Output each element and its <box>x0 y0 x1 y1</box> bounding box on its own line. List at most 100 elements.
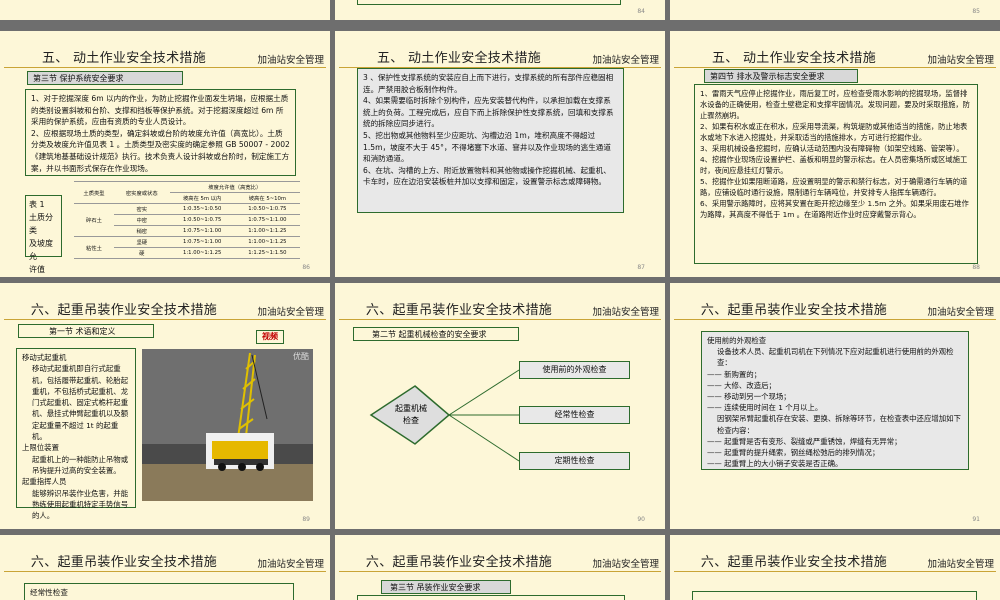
paragraph: 1、雷雨天气应停止挖掘作业，雨后复工时，应检查受雨水影响的挖掘现场，监督排水设备… <box>700 89 970 120</box>
paragraph: 4、如果需要临时拆除个别构件，应先安装替代构件，以承担加载在支撑系统上的负荷。工… <box>363 96 614 129</box>
cell: 硬 <box>113 247 170 259</box>
slide-84-box-edge <box>357 0 621 5</box>
paragraph: 2、应根据现场土质的类型，确定斜坡或台阶的坡度允许值（高宽比）。土质分类及坡度允… <box>31 128 290 173</box>
paragraph: —— 新购置的； <box>707 369 762 379</box>
paragraph: 因钢架吊臂起重机存在安装、更换、拆除等环节，在检查表中还应增加如下检查内容： <box>717 414 961 435</box>
slide-title: 六、起重吊装作业安全技术措施 <box>700 555 888 570</box>
section-heading: 第四节 排水及警示标志安全要求 <box>704 69 858 83</box>
slide-83-strip <box>0 0 330 20</box>
paragraph: 使用前的外观检查 <box>707 336 767 345</box>
page-number: 85 <box>972 8 980 15</box>
brand-label: 加油站安全管理 <box>927 55 994 66</box>
title-rule <box>4 67 326 68</box>
caption-line: 表 1 <box>29 200 45 209</box>
cell: 1:0.50~1:0.75 <box>169 214 235 226</box>
item-regular-inspection: 经常性检查 <box>519 406 630 424</box>
caption-line: 许值 <box>29 265 45 274</box>
slide-title: 五、 动土作业安全技术措施 <box>41 51 207 66</box>
caption-line: 及坡度允 <box>29 239 53 261</box>
paragraph: 6、采用警示路障时，应将其安置在距开挖边缘至少 1.5m 之外。如果采用废石堆作… <box>700 199 969 219</box>
slide-94[interactable]: 六、起重吊装作业安全技术措施 加油站安全管理 <box>670 535 1000 600</box>
definition-term: 起重指挥人员 <box>22 477 67 487</box>
section-heading: 第一节 术语和定义 <box>18 324 154 338</box>
item-periodic-inspection: 定期性检查 <box>519 452 630 470</box>
paragraph: 5、挖出物或其他物料至少应距坑、沟槽边沿 1m，堆积高度不得超过 1.5m，坡度… <box>363 130 611 164</box>
paragraph: 5、挖掘作业如果阻断道路，应设置明显的警示和禁行标志，对于确需通行车辆的道路，应… <box>700 177 968 197</box>
paragraph: 6、在坑、沟槽的上方、附近放置物料和其他物或操作挖掘机械、起重机、卡车时，应在边… <box>363 165 611 187</box>
title-rule <box>674 67 996 68</box>
caption-line: 土质分类 <box>29 213 53 235</box>
cell: 稍密 <box>113 225 170 237</box>
content-box <box>692 591 977 600</box>
slide-85-strip: 85 <box>670 0 1000 20</box>
content-box: 经常性检查 <box>24 583 294 600</box>
definition-text: 起重机上的一种能防止吊物或吊钩提升过高的安全装置。 <box>32 454 129 475</box>
title-rule <box>4 319 326 320</box>
slide-88[interactable]: 五、 动土作业安全技术措施 加油站安全管理 第四节 排水及警示标志安全要求 1、… <box>670 31 1000 277</box>
cell: 粘性土 <box>74 236 114 259</box>
page-number: 84 <box>637 8 645 15</box>
slide-title: 六、起重吊装作业安全技术措施 <box>700 303 888 318</box>
cell: 坚硬 <box>113 236 170 248</box>
table-row: 碎石土 密实 1:0.35~1:0.50 1:0.50~1:0.75 <box>74 203 300 237</box>
paragraph: 3、采用机械设备挖掘时，应确认活动范围内没有障碍物（如架空线路、管架等）。 <box>700 144 964 153</box>
slide-87[interactable]: 五、 动土作业安全技术措施 加油站安全管理 3 、保护性支撑系统的安装应自上而下… <box>335 31 665 277</box>
watermark-label: 优酷 <box>293 352 309 361</box>
cell: 1:0.75~1:1.00 <box>234 214 300 226</box>
title-rule <box>4 571 326 572</box>
cell: 1:0.75~1:1.00 <box>169 236 235 248</box>
slide-title: 六、起重吊装作业安全技术措施 <box>365 555 553 570</box>
content-box: 1、对于挖掘深度 6m 以内的作业，为防止挖掘作业面发生坍塌，应根据土质的类别设… <box>25 89 296 176</box>
paragraph: 3 、保护性支撑系统的安装应自上而下进行，支撑系统的所有部件应稳固相连。严禁用胶… <box>363 73 614 94</box>
brand-label: 加油站安全管理 <box>592 559 659 570</box>
table-row: 粘性土 坚硬 1:0.75~1:1.00 1:1.00~1:1.25 <box>74 236 300 259</box>
definition-term: 上限位装置 <box>22 443 59 453</box>
paragraph: —— 大修、改造后； <box>707 380 776 390</box>
page-number: 91 <box>972 516 980 523</box>
cell: 1:1.00~1:1.25 <box>234 225 300 237</box>
header-cell: 土质类型 <box>74 181 114 204</box>
cell: 1:0.75~1:1.00 <box>169 225 235 237</box>
crane-illustration <box>142 349 313 501</box>
title-rule <box>674 571 996 572</box>
cell: 中密 <box>113 214 170 226</box>
slide-89[interactable]: 六、起重吊装作业安全技术措施 加油站安全管理 第一节 术语和定义 视频 移动式起… <box>0 283 330 529</box>
slide-90[interactable]: 六、起重吊装作业安全技术措施 加油站安全管理 第二节 起重机械检查的安全要求 起… <box>335 283 665 529</box>
definition-text: 能够辨识吊装作业危害，并能熟练使用起重机特定手势信号的人。 <box>32 488 129 521</box>
slide-title: 六、起重吊装作业安全技术措施 <box>30 555 218 570</box>
crane-video-thumbnail[interactable]: 优酷 <box>142 349 313 501</box>
paragraph: —— 移动到另一个现场； <box>707 392 791 402</box>
header-cell: 坡高在 5m 以内 <box>169 192 235 204</box>
diamond-line: 起重机械 <box>395 404 427 413</box>
brand-label: 加油站安全管理 <box>927 307 994 318</box>
paragraph: 4、挖掘作业现场应设置护栏、盖板和明显的警示标志。在人员密集场所或区域施工时，夜… <box>700 155 968 175</box>
page-number: 89 <box>302 516 310 523</box>
cell: 1:0.50~1:0.75 <box>234 203 300 215</box>
paragraph: —— 连续使用时间在 1 个月以上。 <box>707 403 823 413</box>
diamond-label: 起重机械 检查 <box>385 403 437 427</box>
paragraph: —— 起重臂是否有变形、裂缝或严重锈蚀，焊缝有无异常； <box>707 436 902 446</box>
brand-label: 加油站安全管理 <box>257 55 324 66</box>
section-heading: 第三节 保护系统安全要求 <box>27 71 183 85</box>
title-rule <box>339 571 661 572</box>
cell: 1:1.00~1:1.25 <box>169 247 235 259</box>
video-link[interactable]: 视频 <box>256 330 284 344</box>
page-number: 87 <box>637 264 645 271</box>
content-box: 1、雷雨天气应停止挖掘作业，雨后复工时，应检查受雨水影响的挖掘现场，监督排水设备… <box>694 84 978 264</box>
content-box: 3 、保护性支撑系统的安装应自上而下进行，支撑系统的所有部件应稳固相连。严禁用胶… <box>357 68 624 213</box>
slide-91[interactable]: 六、起重吊装作业安全技术措施 加油站安全管理 使用前的外观检查 设备技术人员、起… <box>670 283 1000 529</box>
slide-title: 五、 动土作业安全技术措施 <box>376 51 542 66</box>
soil-slope-table: 土质类型 密实度或状态 坡度允许值（高宽比） 坡高在 5m 以内 坡高在 5~1… <box>74 181 300 259</box>
section-heading: 第三节 吊装作业安全要求 <box>381 580 511 594</box>
item-pre-use-inspection: 使用前的外观检查 <box>519 361 630 379</box>
definition-term: 移动式起重机 <box>22 353 67 362</box>
cell: 密实 <box>113 203 170 215</box>
slide-93[interactable]: 六、起重吊装作业安全技术措施 加油站安全管理 第三节 吊装作业安全要求 <box>335 535 665 600</box>
slide-86[interactable]: 五、 动土作业安全技术措施 加油站安全管理 第三节 保护系统安全要求 1、对于挖… <box>0 31 330 277</box>
paragraph: —— 起重臂上的大小销子安装是否正确。 <box>707 459 843 469</box>
definition-text: 移动式起重机即自行式起重机，包括履带起重机、轮胎起重机，不包括桥式起重机、龙门式… <box>32 364 129 442</box>
slide-92[interactable]: 六、起重吊装作业安全技术措施 加油站安全管理 经常性检查 <box>0 535 330 600</box>
header-cell: 坡度允许值（高宽比） <box>169 181 300 193</box>
paragraph: 1、对于挖掘深度 6m 以内的作业，为防止挖掘作业面发生坍塌，应根据土质的类别设… <box>31 94 289 127</box>
page-number: 86 <box>302 264 310 271</box>
